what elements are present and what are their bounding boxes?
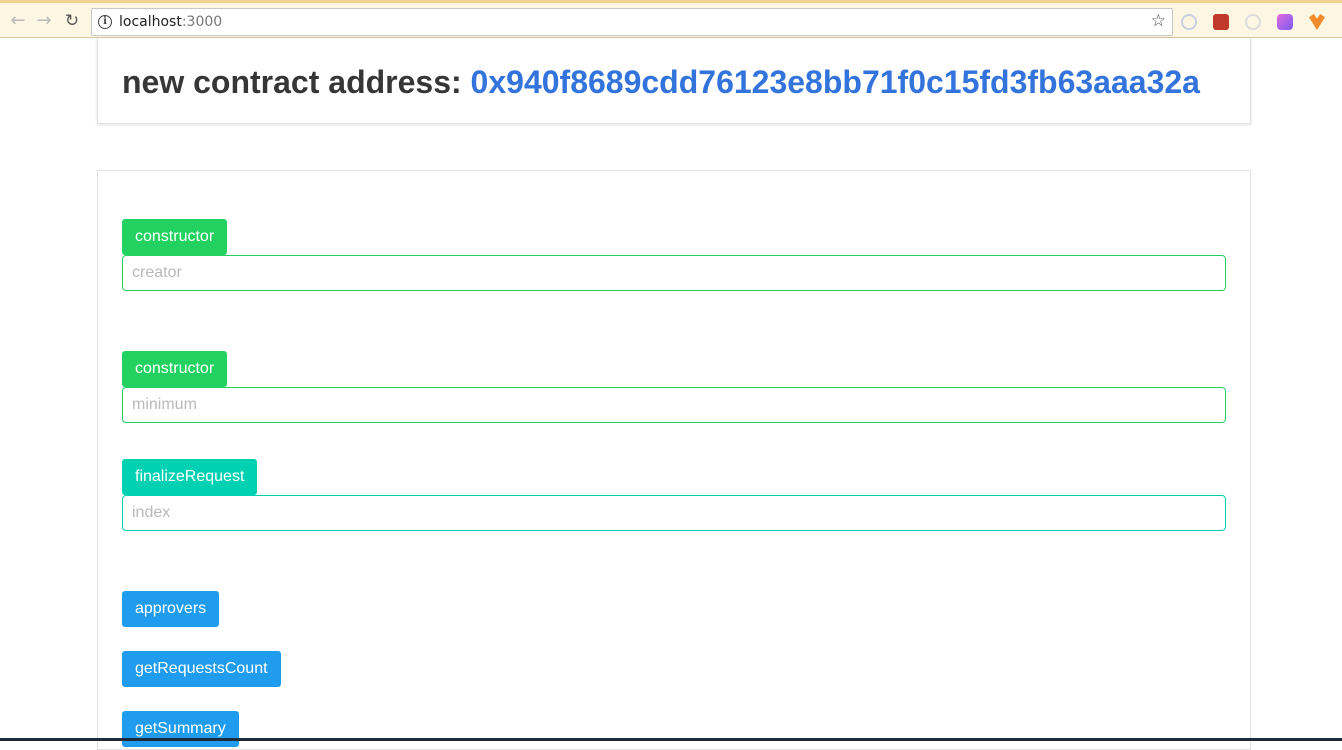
extension-icon[interactable] [1245, 14, 1261, 30]
browser-toolbar: ← → ↻ i localhost:3000 ☆ [0, 3, 1342, 38]
metamask-fox-icon[interactable] [1309, 14, 1325, 30]
contract-address-card: new contract address: 0x940f8689cdd76123… [97, 38, 1251, 124]
finalize-request-button[interactable]: finalizeRequest [122, 459, 258, 495]
functions-card: constructor creator constructor minimum … [97, 170, 1251, 750]
creator-input[interactable]: creator [122, 255, 1226, 291]
constructor-button[interactable]: constructor [122, 219, 228, 255]
get-requests-count-button[interactable]: getRequestsCount [122, 651, 281, 687]
extension-icon[interactable] [1213, 14, 1229, 30]
extension-icon[interactable] [1277, 14, 1293, 30]
back-arrow-icon[interactable]: ← [6, 9, 30, 33]
forward-arrow-icon[interactable]: → [32, 9, 56, 33]
url-host: localhost [119, 14, 182, 30]
contract-address-value: 0x940f8689cdd76123e8bb71f0c15fd3fb63aaa3… [470, 64, 1200, 100]
url-text[interactable]: localhost:3000 [119, 14, 222, 30]
minimum-input[interactable]: minimum [122, 387, 1226, 423]
url-port: :3000 [181, 14, 223, 30]
constructor-button[interactable]: constructor [122, 351, 228, 387]
bookmark-star-icon[interactable]: ☆ [1151, 11, 1166, 31]
extension-icon[interactable] [1181, 14, 1197, 30]
approvers-button[interactable]: approvers [122, 591, 220, 627]
get-summary-button[interactable]: getSummary [122, 711, 239, 747]
reload-icon[interactable]: ↻ [60, 9, 84, 33]
address-bar[interactable]: i localhost:3000 ☆ [91, 8, 1173, 36]
address-label: new contract address: [122, 64, 462, 100]
info-icon[interactable]: i [98, 15, 112, 29]
index-input[interactable]: index [122, 495, 1226, 531]
page-title: new contract address: 0x940f8689cdd76123… [122, 64, 1200, 101]
